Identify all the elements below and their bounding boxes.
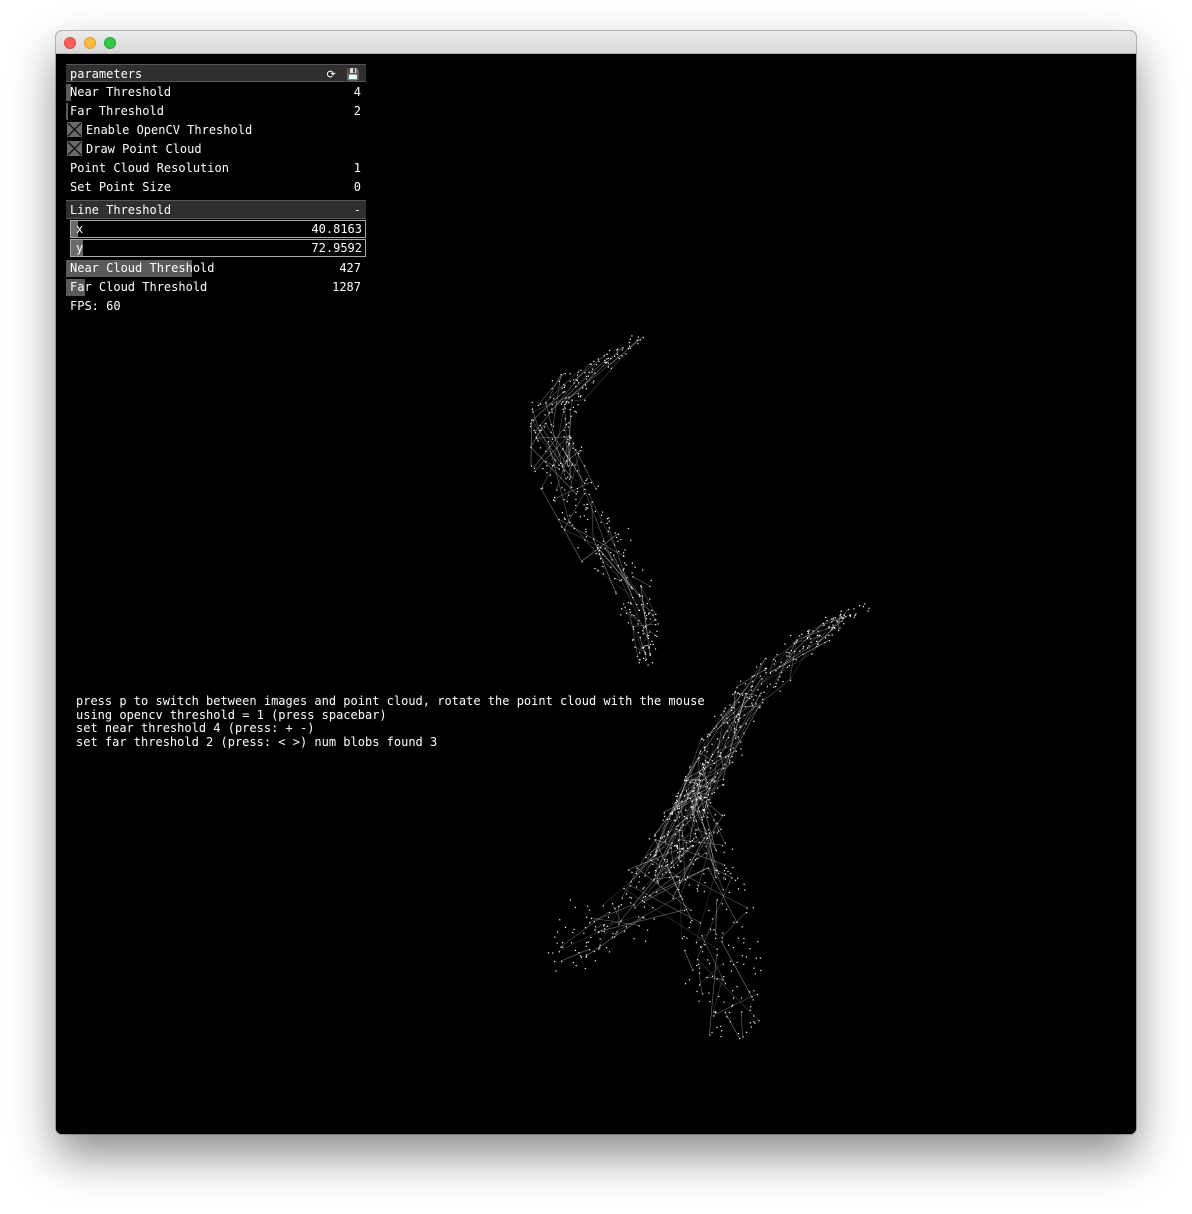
collapse-toggle[interactable]: - [354,201,361,219]
draw-point-cloud-toggle[interactable]: Draw Point Cloud [66,140,366,158]
instruction-line: set far threshold 2 (press: < >) num blo… [76,734,438,749]
check-x-icon [67,122,82,137]
y-value: 72.9592 [311,241,362,255]
line-threshold-group-header[interactable]: Line Threshold - [66,200,366,219]
instructions-overlay: press p to switch between images and poi… [76,694,705,749]
line-threshold-y-slider[interactable]: y 72.9592 [70,239,366,257]
point-cloud-resolution-label: Point Cloud Resolution [70,161,229,175]
panel-title: parameters [70,67,143,81]
far-cloud-threshold-value: 1287 [332,280,361,294]
far-threshold-slider[interactable]: Far Threshold 2 [66,102,366,120]
close-window-button[interactable] [64,37,76,49]
instruction-line: set near threshold 4 (press: + -) [76,721,315,735]
panel-header[interactable]: parameters ⟳ 💾 [66,64,366,82]
reload-save-icons[interactable]: ⟳ 💾 [326,66,362,84]
slider-fill [66,103,69,120]
set-point-size-value: 0 [353,180,361,194]
maximize-window-button[interactable] [104,37,116,49]
far-threshold-value: 2 [353,104,361,118]
near-threshold-label: Near Threshold [70,85,172,99]
y-label: y [76,241,84,255]
enable-opencv-toggle[interactable]: Enable OpenCV Threshold [66,121,366,139]
title-bar[interactable] [56,31,1136,54]
fps-label: FPS: 60 [70,299,121,313]
far-cloud-threshold-label: Far Cloud Threshold [70,280,208,294]
checkbox-enable-opencv[interactable] [67,122,82,137]
point-cloud-mesh [529,335,870,1040]
line-threshold-label: Line Threshold [70,203,172,217]
minimize-window-button[interactable] [84,37,96,49]
x-label: x [76,222,84,236]
parameters-panel: parameters ⟳ 💾 Near Threshold 4 Far Thre… [66,64,366,315]
far-cloud-threshold-slider[interactable]: Far Cloud Threshold 1287 [66,278,366,296]
instruction-line: using opencv threshold = 1 (press spaceb… [76,707,387,722]
fps-readout: FPS: 60 [66,297,366,315]
point-cloud-resolution-slider[interactable]: Point Cloud Resolution 1 [66,159,366,177]
near-cloud-threshold-label: Near Cloud Threshold [70,261,215,275]
instruction-line: press p to switch between images and poi… [76,694,705,708]
near-cloud-threshold-slider[interactable]: Near Cloud Threshold 427 [66,259,366,277]
x-value: 40.8163 [311,222,362,236]
draw-point-cloud-label: Draw Point Cloud [86,142,202,156]
render-canvas[interactable]: parameters ⟳ 💾 Near Threshold 4 Far Thre… [56,54,1136,1134]
line-threshold-x-slider[interactable]: x 40.8163 [70,220,366,238]
enable-opencv-label: Enable OpenCV Threshold [86,123,253,137]
app-window: parameters ⟳ 💾 Near Threshold 4 Far Thre… [56,31,1136,1134]
point-cloud-resolution-value: 1 [353,161,361,175]
set-point-size-label: Set Point Size [70,180,172,194]
check-x-icon [67,141,82,156]
near-threshold-slider[interactable]: Near Threshold 4 [66,83,366,101]
near-cloud-threshold-value: 427 [339,261,361,275]
checkbox-draw-point-cloud[interactable] [67,141,82,156]
far-threshold-label: Far Threshold [70,104,164,118]
near-threshold-value: 4 [353,85,361,99]
set-point-size-slider[interactable]: Set Point Size 0 [66,178,366,196]
